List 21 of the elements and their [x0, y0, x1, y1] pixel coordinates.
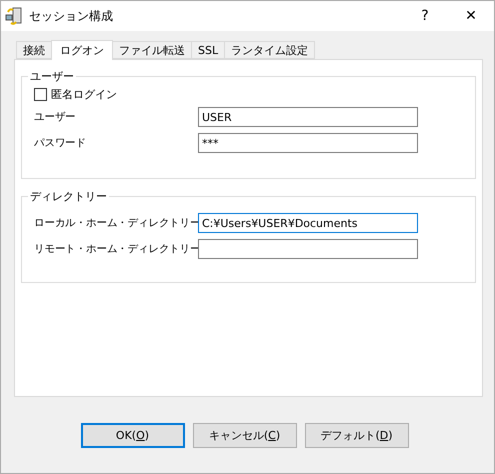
dialog-button[interactable]: キャンセル(C): [192, 423, 296, 448]
group-title: ディレクトリー: [29, 189, 108, 204]
tab[interactable]: ランタイム設定: [224, 41, 316, 59]
text-field[interactable]: [198, 239, 418, 259]
group-title: ユーザー: [29, 69, 75, 84]
field-label: パスワード: [33, 136, 88, 150]
app-icon: [5, 7, 23, 25]
text-field[interactable]: ***: [198, 133, 418, 153]
tab[interactable]: 接続: [16, 41, 52, 59]
text-field[interactable]: C:¥Users¥USER¥Documents: [198, 213, 418, 233]
tab[interactable]: SSL: [191, 41, 226, 59]
dialog-button[interactable]: OK(O): [80, 423, 184, 448]
checkbox-box[interactable]: [34, 88, 47, 100]
dialog-button[interactable]: デフォルト(D): [304, 423, 408, 448]
tab[interactable]: ログオン: [51, 40, 113, 60]
text-field[interactable]: USER: [198, 107, 418, 127]
window-title: セッション構成: [29, 8, 114, 24]
checkbox-label: 匿名ログイン: [51, 86, 117, 102]
field-label: ユーザー: [33, 110, 77, 124]
anonymous-checkbox[interactable]: 匿名ログイン: [34, 84, 467, 104]
tab[interactable]: ファイル転送: [112, 41, 192, 59]
